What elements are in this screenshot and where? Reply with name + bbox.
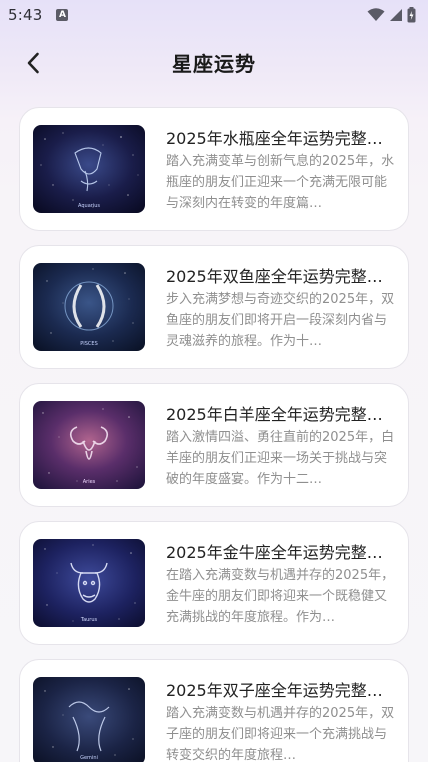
article-title: 2025年金牛座全年运势完整…	[166, 543, 383, 562]
taurus-image: Taurus	[33, 539, 145, 627]
card-text: 2025年双鱼座全年运势完整… 步入充满梦想与奇迹交织的2025年，双鱼座的朋友…	[166, 263, 396, 352]
image-caption: PISCES	[80, 341, 98, 347]
back-button[interactable]	[18, 48, 48, 78]
article-card[interactable]: Aquarius 2025年水瓶座全年运势完整… 踏入充满变革与创新气息的202…	[19, 107, 409, 231]
article-description: 踏入充满变数与机遇并存的2025年，双子座的朋友们即将迎来一个充满挑战与转变交织…	[166, 706, 395, 762]
aquarius-image: Aquarius	[33, 125, 145, 213]
card-text: 2025年白羊座全年运势完整… 踏入激情四溢、勇往直前的2025年，白羊座的朋友…	[166, 401, 396, 490]
article-title: 2025年白羊座全年运势完整…	[166, 405, 383, 424]
image-caption: Taurus	[80, 617, 98, 623]
article-title: 2025年双子座全年运势完整…	[166, 681, 383, 700]
article-title: 2025年水瓶座全年运势完整…	[166, 129, 383, 148]
image-caption: Aquarius	[78, 203, 100, 209]
signal-icon	[390, 9, 402, 21]
article-description: 在踏入充满变数与机遇并存的2025年，金牛座的朋友们即将迎来一个既稳健又充满挑战…	[166, 568, 395, 625]
article-card[interactable]: Gemini 2025年双子座全年运势完整… 踏入充满变数与机遇并存的2025年…	[19, 659, 409, 762]
nav-bar: 星座运势	[0, 40, 428, 84]
card-text: 2025年水瓶座全年运势完整… 踏入充满变革与创新气息的2025年，水瓶座的朋友…	[166, 125, 396, 214]
a-notification-icon: A	[56, 9, 69, 21]
article-description: 步入充满梦想与奇迹交织的2025年，双鱼座的朋友们即将开启一段深刻内省与灵魂滋养…	[166, 292, 395, 349]
article-card[interactable]: Aries 2025年白羊座全年运势完整… 踏入激情四溢、勇往直前的2025年，…	[19, 383, 409, 507]
gemini-image: Gemini	[33, 677, 145, 762]
image-caption: Aries	[83, 479, 96, 485]
card-text: 2025年双子座全年运势完整… 踏入充满变数与机遇并存的2025年，双子座的朋友…	[166, 677, 396, 762]
article-description: 踏入充满变革与创新气息的2025年，水瓶座的朋友们正迎来一个充满无限可能与深刻内…	[166, 154, 395, 211]
article-card[interactable]: Taurus 2025年金牛座全年运势完整… 在踏入充满变数与机遇并存的2025…	[19, 521, 409, 645]
image-caption: Gemini	[80, 755, 98, 761]
battery-icon	[407, 7, 416, 23]
article-description: 踏入激情四溢、勇往直前的2025年，白羊座的朋友们正迎来一场关于挑战与突破的年度…	[166, 430, 395, 487]
article-card[interactable]: PISCES 2025年双鱼座全年运势完整… 步入充满梦想与奇迹交织的2025年…	[19, 245, 409, 369]
article-title: 2025年双鱼座全年运势完整…	[166, 267, 383, 286]
card-text: 2025年金牛座全年运势完整… 在踏入充满变数与机遇并存的2025年，金牛座的朋…	[166, 539, 396, 628]
article-list: Aquarius 2025年水瓶座全年运势完整… 踏入充满变革与创新气息的202…	[19, 107, 409, 762]
pisces-image: PISCES	[33, 263, 145, 351]
status-time: 5:43	[8, 6, 43, 24]
status-bar: 5:43 A	[0, 0, 428, 30]
page-title: 星座运势	[172, 51, 256, 76]
aries-image: Aries	[33, 401, 145, 489]
chevron-left-icon	[27, 52, 39, 74]
status-icons	[367, 7, 416, 23]
wifi-icon	[367, 8, 385, 21]
